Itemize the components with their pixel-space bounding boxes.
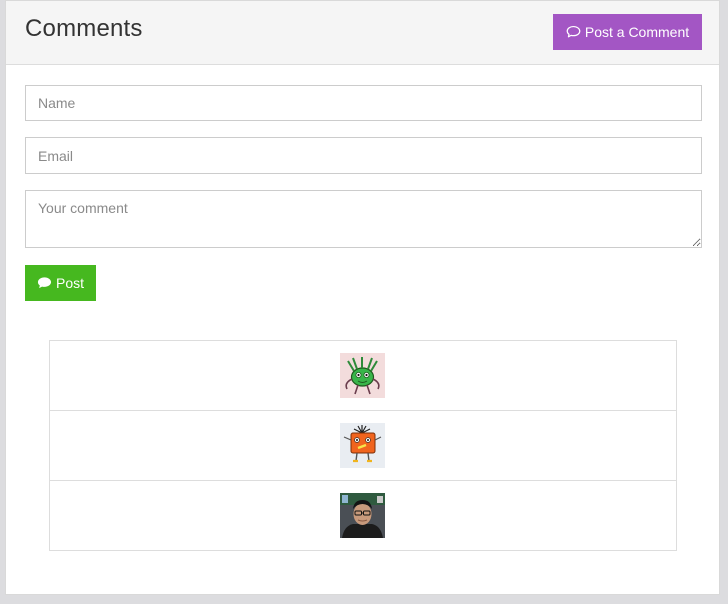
comment-field[interactable] bbox=[25, 190, 702, 248]
page-title: Comments bbox=[25, 15, 143, 42]
post-button[interactable]: Post bbox=[25, 265, 96, 301]
list-item bbox=[50, 411, 676, 481]
post-a-comment-button[interactable]: Post a Comment bbox=[553, 14, 702, 50]
list-item bbox=[50, 341, 676, 411]
panel-header: Comments Post a Comment bbox=[6, 1, 719, 65]
person-photo-avatar bbox=[340, 493, 385, 538]
comment-solid-icon bbox=[37, 277, 52, 289]
list-item bbox=[50, 481, 676, 550]
post-a-comment-label: Post a Comment bbox=[584, 24, 690, 40]
comments-panel: Comments Post a Comment Post bbox=[5, 0, 720, 595]
name-field[interactable] bbox=[25, 85, 702, 121]
comment-outline-icon bbox=[566, 25, 581, 38]
green-monster-avatar bbox=[340, 353, 385, 398]
email-field[interactable] bbox=[25, 137, 702, 174]
commenter-avatar-list bbox=[49, 340, 677, 551]
post-label: Post bbox=[55, 275, 84, 291]
orange-robot-avatar bbox=[340, 423, 385, 468]
